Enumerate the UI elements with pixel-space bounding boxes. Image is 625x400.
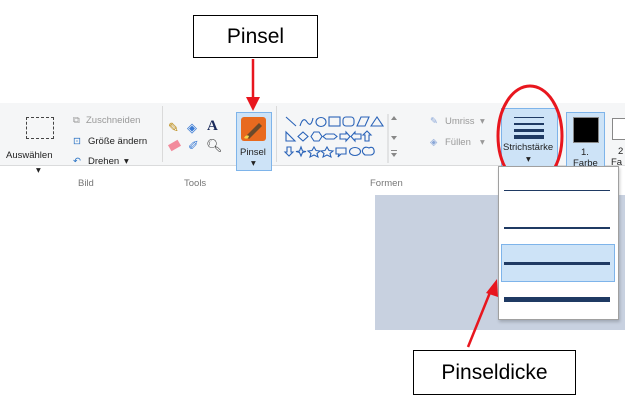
- color2-swatch: [612, 118, 625, 140]
- line-width-option-3px-line: [504, 262, 610, 265]
- color2-button[interactable]: 2 Fa: [608, 112, 625, 169]
- color1-label-number: 1.: [581, 147, 589, 158]
- line-width-option-2px[interactable]: [504, 227, 610, 229]
- drawing-canvas[interactable]: [0, 195, 375, 330]
- line-width-option-5px[interactable]: [504, 297, 610, 302]
- color2-label-number: 2: [618, 146, 624, 157]
- color1-swatch: [573, 117, 599, 143]
- callout-pinseldicke: Pinseldicke: [413, 350, 576, 395]
- line-width-option-1px[interactable]: [504, 190, 610, 191]
- color1-button[interactable]: 1. Farbe: [566, 112, 605, 171]
